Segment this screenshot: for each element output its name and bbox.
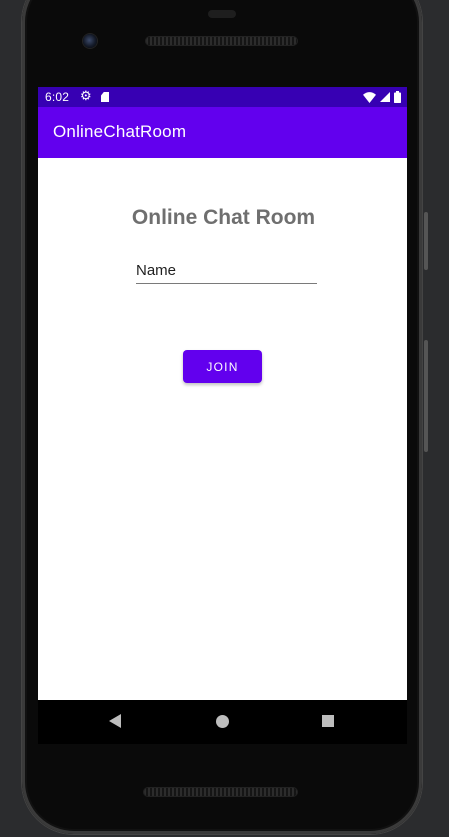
home-icon[interactable]	[216, 715, 229, 728]
power-button	[424, 212, 428, 270]
cell-signal-icon	[380, 92, 390, 102]
earpiece	[208, 10, 236, 18]
page-heading: Online Chat Room	[131, 206, 316, 229]
wifi-icon	[363, 91, 376, 103]
join-button[interactable]: JOIN	[183, 350, 262, 383]
battery-icon	[394, 91, 401, 103]
device-screen: 6:02 ⚙ OnlineChatRoom Online Chat Room N…	[38, 87, 407, 700]
status-indicators	[363, 91, 401, 103]
name-input[interactable]	[136, 257, 317, 284]
sd-card-icon	[101, 92, 109, 102]
navigation-bar	[38, 700, 407, 744]
settings-gear-icon: ⚙	[80, 88, 92, 103]
back-icon[interactable]	[109, 714, 121, 728]
app-bar: OnlineChatRoom	[38, 107, 407, 158]
recents-icon[interactable]	[322, 715, 334, 727]
main-content: Online Chat Room JOIN	[38, 158, 407, 700]
app-title: OnlineChatRoom	[53, 122, 187, 141]
device-emulator: 6:02 ⚙ OnlineChatRoom Online Chat Room N…	[0, 0, 449, 837]
front-camera-icon	[83, 34, 97, 48]
status-bar: 6:02 ⚙	[38, 87, 407, 107]
bottom-speaker-grill	[144, 788, 297, 796]
status-time: 6:02	[45, 90, 70, 104]
top-speaker-grill	[146, 37, 297, 45]
volume-button	[424, 340, 428, 452]
